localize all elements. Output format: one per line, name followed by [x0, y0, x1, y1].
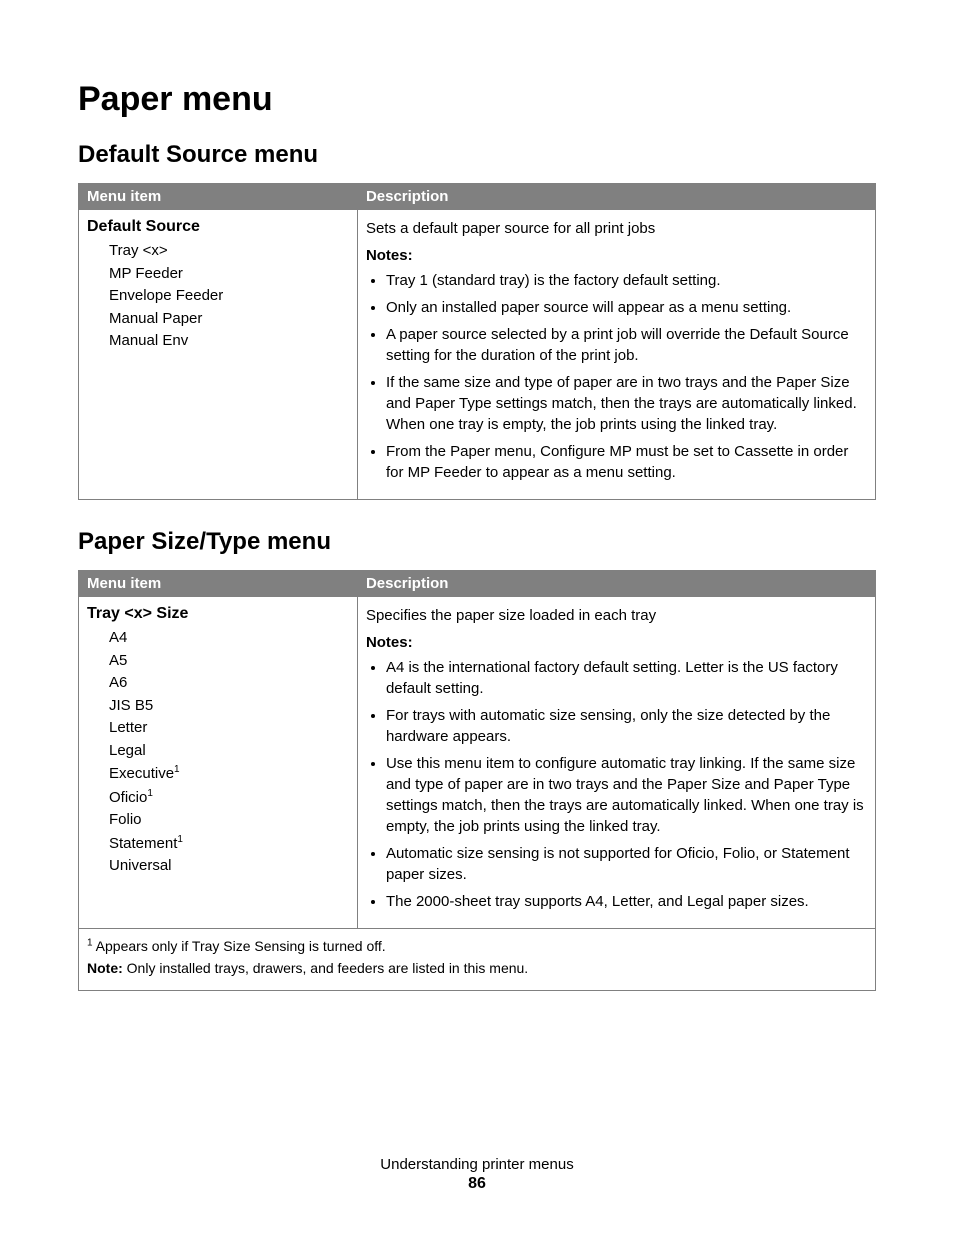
- section-heading-default-source: Default Source menu: [78, 141, 876, 169]
- table-header-description: Description: [357, 571, 875, 597]
- notes-label: Notes:: [366, 247, 867, 264]
- menu-options-list: A4 A5 A6 JIS B5 Letter Legal Executive1 …: [87, 627, 349, 878]
- menu-option: JIS B5: [109, 695, 349, 718]
- table-header-menu-item: Menu item: [79, 184, 358, 210]
- footnote-line: 1 Appears only if Tray Size Sensing is t…: [87, 935, 867, 957]
- notes-list: A4 is the international factory default …: [386, 657, 867, 912]
- table-row: Tray <x> Size A4 A5 A6 JIS B5 Letter Leg…: [79, 597, 876, 929]
- table-header-menu-item: Menu item: [79, 571, 358, 597]
- page-title: Paper menu: [78, 80, 876, 119]
- note-item: A paper source selected by a print job w…: [386, 324, 867, 366]
- menu-option: Letter: [109, 717, 349, 740]
- description-text: Specifies the paper size loaded in each …: [366, 605, 867, 626]
- menu-option: Manual Env: [109, 330, 349, 353]
- menu-item-title: Tray <x> Size: [87, 605, 349, 623]
- paper-size-type-table: Menu item Description Tray <x> Size A4 A…: [78, 570, 876, 991]
- table-row: Default Source Tray <x> MP Feeder Envelo…: [79, 210, 876, 500]
- menu-option: MP Feeder: [109, 263, 349, 286]
- menu-option: Oficio1: [109, 786, 349, 810]
- footnote-cell: 1 Appears only if Tray Size Sensing is t…: [79, 929, 876, 991]
- menu-option: Universal: [109, 855, 349, 878]
- menu-item-title: Default Source: [87, 218, 349, 236]
- menu-option: A5: [109, 650, 349, 673]
- description-text: Sets a default paper source for all prin…: [366, 218, 867, 239]
- footnote-bold: Note:: [87, 960, 123, 976]
- note-item: From the Paper menu, Configure MP must b…: [386, 441, 867, 483]
- page-number: 86: [0, 1175, 954, 1193]
- menu-option: A6: [109, 672, 349, 695]
- menu-option: Statement1: [109, 832, 349, 856]
- menu-options-list: Tray <x> MP Feeder Envelope Feeder Manua…: [87, 240, 349, 353]
- notes-label: Notes:: [366, 634, 867, 651]
- page-footer: Understanding printer menus 86: [0, 1156, 954, 1193]
- menu-item-cell: Default Source Tray <x> MP Feeder Envelo…: [79, 210, 358, 500]
- section-heading-paper-size-type: Paper Size/Type menu: [78, 528, 876, 556]
- note-item: The 2000-sheet tray supports A4, Letter,…: [386, 891, 867, 912]
- note-item: For trays with automatic size sensing, o…: [386, 705, 867, 747]
- footnote-line: Note: Only installed trays, drawers, and…: [87, 957, 867, 979]
- menu-option: Legal: [109, 740, 349, 763]
- footer-text: Understanding printer menus: [0, 1156, 954, 1173]
- note-item: Tray 1 (standard tray) is the factory de…: [386, 270, 867, 291]
- menu-option: Executive1: [109, 762, 349, 786]
- note-item: If the same size and type of paper are i…: [386, 372, 867, 435]
- menu-option: Manual Paper: [109, 308, 349, 331]
- footnote-ref: 1: [177, 834, 183, 845]
- default-source-table: Menu item Description Default Source Tra…: [78, 183, 876, 500]
- table-header-description: Description: [357, 184, 875, 210]
- menu-option: Tray <x>: [109, 240, 349, 263]
- footnote-row: 1 Appears only if Tray Size Sensing is t…: [79, 929, 876, 991]
- description-cell: Sets a default paper source for all prin…: [357, 210, 875, 500]
- menu-option: Envelope Feeder: [109, 285, 349, 308]
- note-item: Use this menu item to configure automati…: [386, 753, 867, 837]
- footnote-ref: 1: [174, 764, 180, 775]
- menu-option: Folio: [109, 809, 349, 832]
- notes-list: Tray 1 (standard tray) is the factory de…: [386, 270, 867, 483]
- document-page: Paper menu Default Source menu Menu item…: [0, 0, 954, 1235]
- note-item: Automatic size sensing is not supported …: [386, 843, 867, 885]
- description-cell: Specifies the paper size loaded in each …: [357, 597, 875, 929]
- menu-item-cell: Tray <x> Size A4 A5 A6 JIS B5 Letter Leg…: [79, 597, 358, 929]
- note-item: A4 is the international factory default …: [386, 657, 867, 699]
- note-item: Only an installed paper source will appe…: [386, 297, 867, 318]
- footnote-ref: 1: [147, 788, 153, 799]
- menu-option: A4: [109, 627, 349, 650]
